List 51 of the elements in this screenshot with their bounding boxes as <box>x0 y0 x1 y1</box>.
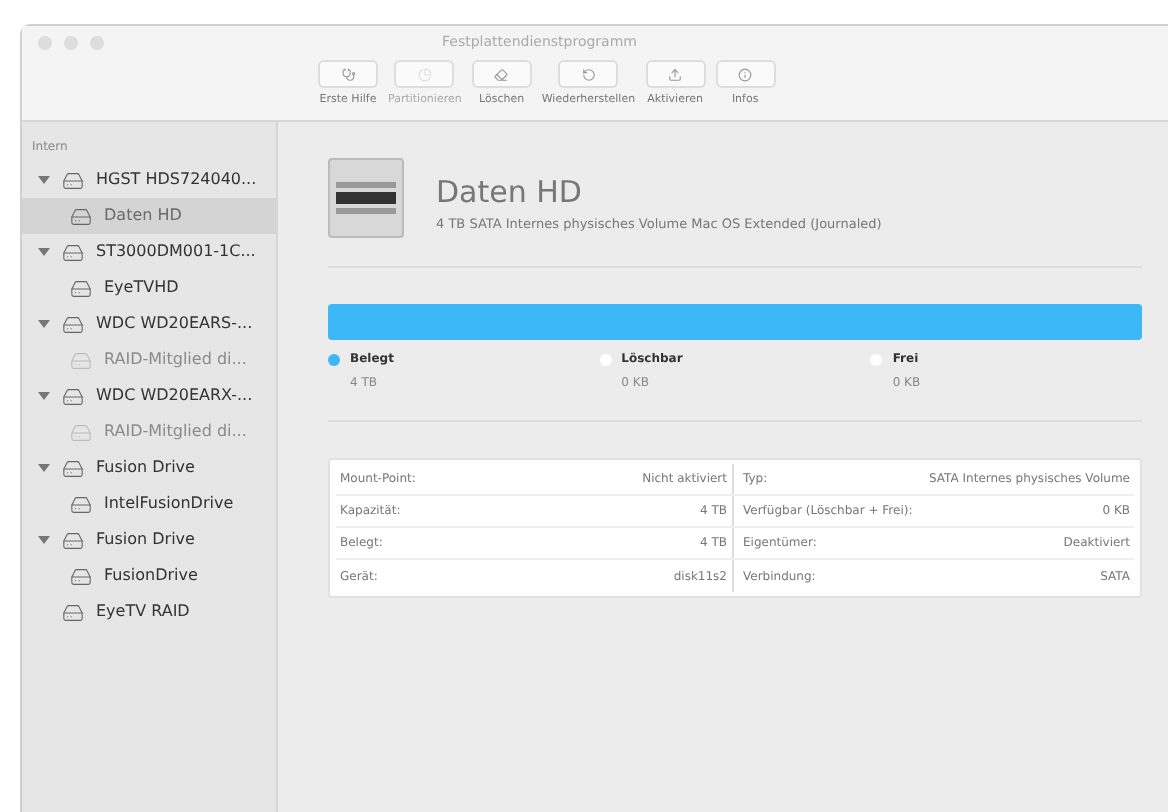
eraser-icon <box>494 67 509 81</box>
sidebar-item-label: ST3000DM001-1C... <box>96 240 256 264</box>
pie-chart-icon <box>417 67 432 81</box>
info-icon <box>738 67 753 81</box>
sidebar-item-label: FusionDrive <box>104 564 198 588</box>
sidebar-item-label: Daten HD <box>104 204 182 228</box>
sidebar-item[interactable]: Daten HD <box>22 198 276 234</box>
drive-icon <box>70 421 92 443</box>
sidebar-item[interactable]: ST3000DM001-1C... <box>22 234 276 270</box>
sidebar-item[interactable]: Fusion Drive <box>22 522 276 558</box>
expanded-triangle-icon[interactable] <box>38 174 50 186</box>
drive-icon <box>62 385 84 407</box>
sidebar-item-label: WDC WD20EARS-... <box>96 312 253 336</box>
expanded-triangle-icon[interactable] <box>38 390 50 402</box>
stethoscope-icon <box>341 67 355 81</box>
volume-name: Daten HD <box>436 172 584 214</box>
drive-icon <box>62 169 84 191</box>
upload-icon <box>668 67 683 81</box>
sidebar-item-label: EyeTVHD <box>104 276 179 300</box>
sidebar-item-label: Fusion Drive <box>96 456 195 480</box>
drive-icon <box>328 158 404 238</box>
drive-icon <box>62 457 84 479</box>
sidebar-item-label: HGST HDS724040... <box>96 168 257 192</box>
drive-icon <box>62 529 84 551</box>
sidebar-item-label: Fusion Drive <box>96 528 195 552</box>
sidebar-item[interactable]: HGST HDS724040... <box>22 162 276 198</box>
expanded-triangle-icon[interactable] <box>38 246 50 258</box>
sidebar-item[interactable]: WDC WD20EARX-... <box>22 378 276 414</box>
sidebar-item[interactable]: IntelFusionDrive <box>22 486 276 522</box>
sidebar-item-label: WDC WD20EARX-... <box>96 384 253 408</box>
sidebar-item[interactable]: WDC WD20EARS-... <box>22 306 276 342</box>
sidebar-item-label: IntelFusionDrive <box>104 492 234 516</box>
drive-icon <box>62 313 84 335</box>
expanded-triangle-icon[interactable] <box>38 534 50 546</box>
drive-icon <box>62 241 84 263</box>
drive-icon <box>70 493 92 515</box>
drive-icon <box>62 601 84 623</box>
restore-icon <box>581 67 596 81</box>
sidebar-item[interactable]: Fusion Drive <box>22 450 276 486</box>
sidebar-item-label: RAID-Mitglied di... <box>104 420 247 444</box>
drive-icon <box>70 205 92 227</box>
expanded-triangle-icon[interactable] <box>38 318 50 330</box>
sidebar-item-label: RAID-Mitglied di... <box>104 348 247 372</box>
drive-icon <box>70 277 92 299</box>
expanded-triangle-icon[interactable] <box>38 462 50 474</box>
sidebar-item[interactable]: EyeTV RAID <box>22 594 276 630</box>
drive-icon <box>70 565 92 587</box>
drive-icon <box>70 349 92 371</box>
sidebar-item-label: EyeTV RAID <box>96 600 190 624</box>
sidebar-item[interactable]: FusionDrive <box>22 558 276 594</box>
sidebar-item[interactable]: EyeTVHD <box>22 270 276 306</box>
